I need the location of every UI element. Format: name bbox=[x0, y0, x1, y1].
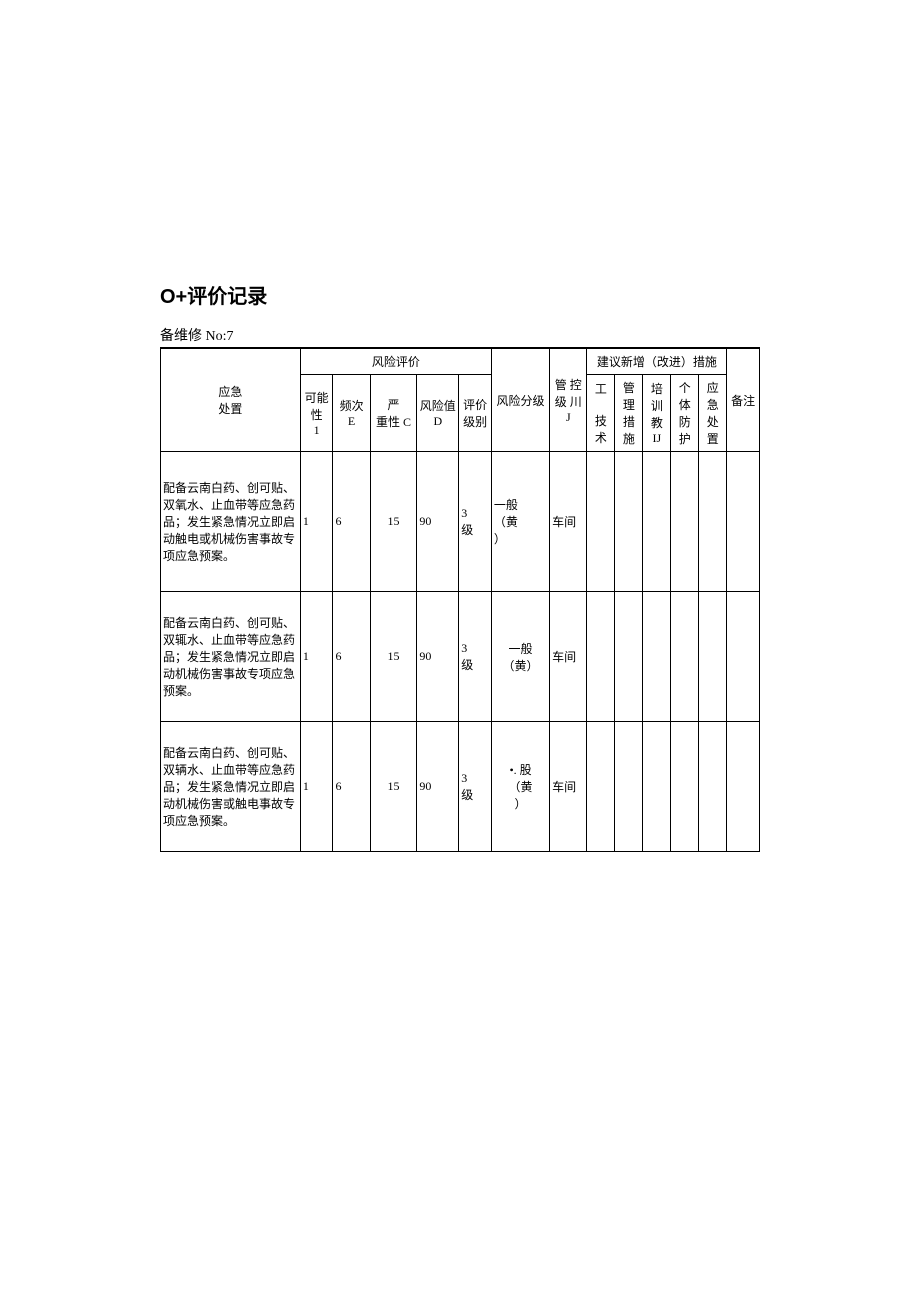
cell-emergency: 配备云南白药、创可贴、双氧水、止血带等应急药品；发生紧急情况立即启动触电或机械伤… bbox=[161, 452, 301, 592]
col-ppe: 个体防护 bbox=[671, 375, 699, 452]
col-emergency-disposal: 应急处置 bbox=[699, 375, 727, 452]
cell-possibility: 1 bbox=[300, 592, 333, 722]
col-eng-tech: 工 技术 bbox=[587, 375, 615, 452]
cell-mgmt-measure bbox=[615, 592, 643, 722]
cell-control-level: 车间 bbox=[550, 592, 587, 722]
cell-control-level: 车间 bbox=[550, 722, 587, 852]
cell-eval-level: 3级 bbox=[459, 452, 492, 592]
col-risk-grade: 风险分级 bbox=[491, 349, 549, 452]
cell-eng-tech bbox=[587, 722, 615, 852]
cell-emergency-disposal bbox=[699, 592, 727, 722]
cell-risk-grade: 一般（黄） bbox=[491, 592, 549, 722]
cell-eval-level: 3级 bbox=[459, 592, 492, 722]
cell-frequency: 6 bbox=[333, 722, 370, 852]
table-row: 配备云南白药、创可贴、双氧水、止血带等应急药品；发生紧急情况立即启动触电或机械伤… bbox=[161, 452, 760, 592]
col-train-edu: 培训教IJ bbox=[643, 375, 671, 452]
col-frequency: 频次E bbox=[333, 375, 370, 452]
cell-risk-grade: 一般（黄） bbox=[491, 452, 549, 592]
col-eval-level: 评价级别 bbox=[459, 375, 492, 452]
cell-remark bbox=[727, 452, 760, 592]
cell-emergency: 配备云南白药、创可贴、双辄水、止血带等应急药品；发生紧急情况立即启动机械伤害事故… bbox=[161, 592, 301, 722]
cell-remark bbox=[727, 592, 760, 722]
col-remark: 备注 bbox=[727, 349, 760, 452]
cell-risk-value: 90 bbox=[417, 452, 459, 592]
table-row: 配备云南白药、创可贴、双辆水、止血带等应急药品；发生紧急情况立即启动机械伤害或触… bbox=[161, 722, 760, 852]
cell-frequency: 6 bbox=[333, 452, 370, 592]
cell-mgmt-measure bbox=[615, 452, 643, 592]
cell-risk-value: 90 bbox=[417, 722, 459, 852]
cell-eval-level: 3级 bbox=[459, 722, 492, 852]
col-emergency: 应急处置 bbox=[161, 349, 301, 452]
cell-train-edu bbox=[643, 452, 671, 592]
cell-emergency: 配备云南白药、创可贴、双辆水、止血带等应急药品；发生紧急情况立即启动机械伤害或触… bbox=[161, 722, 301, 852]
col-severity: 严重性 C bbox=[370, 375, 417, 452]
cell-severity: 15 bbox=[370, 452, 417, 592]
header-row-1: 应急处置 风险评价 风险分级 管 控级 川J 建议新增（改进）措施 备注 bbox=[161, 349, 760, 375]
cell-train-edu bbox=[643, 722, 671, 852]
evaluation-table: 应急处置 风险评价 风险分级 管 控级 川J 建议新增（改进）措施 备注 可能性… bbox=[160, 348, 760, 852]
cell-ppe bbox=[671, 592, 699, 722]
page-title: O+评价记录 bbox=[160, 280, 760, 309]
cell-possibility: 1 bbox=[300, 722, 333, 852]
col-possibility: 可能性1 bbox=[300, 375, 333, 452]
cell-severity: 15 bbox=[370, 592, 417, 722]
page-subtitle: 备维修 No:7 bbox=[160, 325, 760, 348]
cell-ppe bbox=[671, 722, 699, 852]
cell-ppe bbox=[671, 452, 699, 592]
cell-eng-tech bbox=[587, 452, 615, 592]
col-mgmt-measure: 管理措施 bbox=[615, 375, 643, 452]
cell-emergency-disposal bbox=[699, 722, 727, 852]
col-control-level: 管 控级 川J bbox=[550, 349, 587, 452]
cell-eng-tech bbox=[587, 592, 615, 722]
cell-severity: 15 bbox=[370, 722, 417, 852]
cell-mgmt-measure bbox=[615, 722, 643, 852]
cell-train-edu bbox=[643, 592, 671, 722]
cell-remark bbox=[727, 722, 760, 852]
table-row: 配备云南白药、创可贴、双辄水、止血带等应急药品；发生紧急情况立即启动机械伤害事故… bbox=[161, 592, 760, 722]
col-risk-eval: 风险评价 bbox=[300, 349, 491, 375]
cell-risk-value: 90 bbox=[417, 592, 459, 722]
cell-risk-grade: •. 股（黄） bbox=[491, 722, 549, 852]
col-risk-value: 风险值D bbox=[417, 375, 459, 452]
cell-emergency-disposal bbox=[699, 452, 727, 592]
cell-possibility: 1 bbox=[300, 452, 333, 592]
cell-control-level: 车间 bbox=[550, 452, 587, 592]
col-suggestions: 建议新增（改进）措施 bbox=[587, 349, 727, 375]
cell-frequency: 6 bbox=[333, 592, 370, 722]
